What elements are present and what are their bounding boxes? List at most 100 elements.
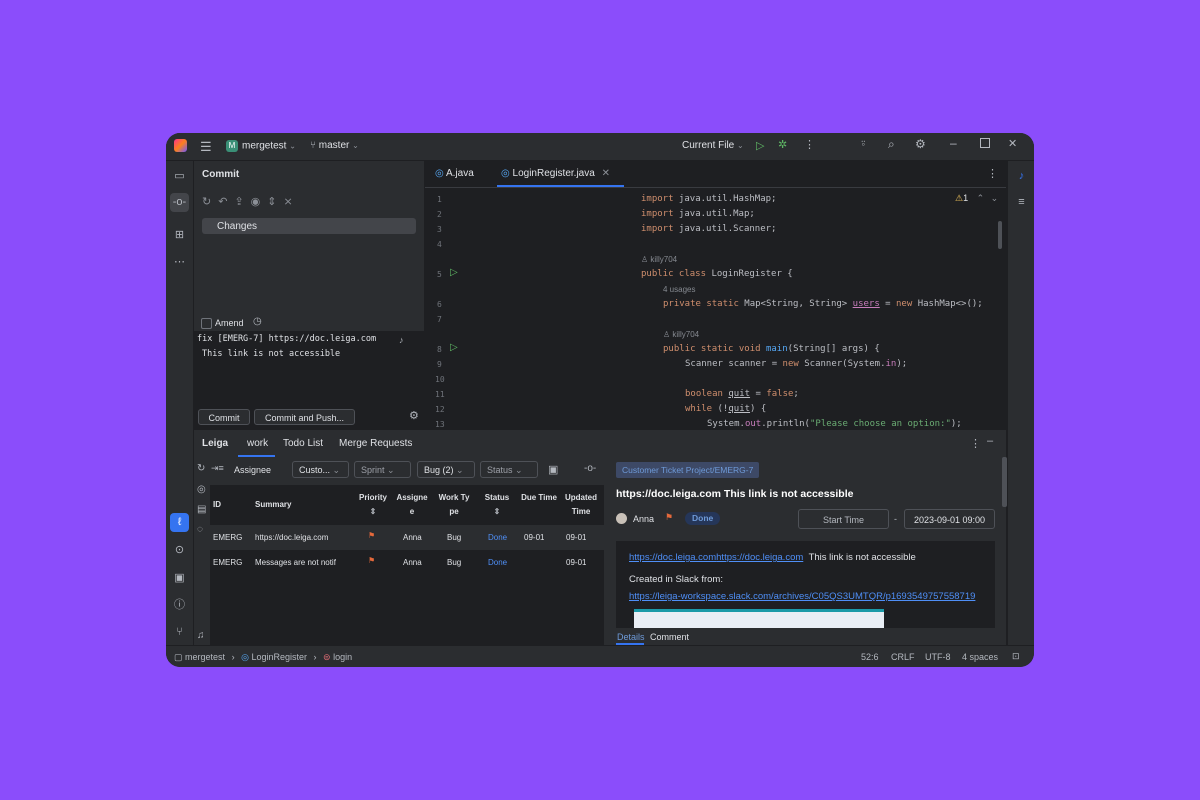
run-config-selector[interactable]: Current File ⌄ (682, 140, 744, 151)
shelve-icon[interactable]: ⇪ (234, 196, 250, 208)
column-header[interactable]: Work Type (438, 491, 470, 519)
lock-icon[interactable]: ⊡ (1012, 651, 1020, 662)
cursor-position[interactable]: 52:6 (861, 652, 879, 662)
breadcrumb-item[interactable]: mergetest (185, 652, 225, 662)
column-header-priority[interactable]: Priority ⇕ (354, 491, 392, 519)
column-header[interactable]: Updated Time (562, 491, 600, 519)
column-header-status[interactable]: Status ⇕ (479, 491, 515, 519)
breadcrumb-item[interactable]: LoginRegister (251, 652, 307, 662)
breadcrumb-item[interactable]: login (333, 652, 352, 662)
problems-icon[interactable]: ⓘ (172, 598, 187, 613)
new-window-icon[interactable]: ▣ (548, 463, 558, 476)
code-line[interactable]: System.out.println("Please choose an opt… (707, 419, 962, 429)
commit-settings-icon[interactable]: ⚙ (409, 409, 419, 422)
description-link[interactable]: https://doc.leiga.com (629, 552, 716, 563)
bell-icon[interactable]: ♫ (197, 630, 205, 641)
add-user-icon[interactable]: ⍤ (860, 138, 867, 151)
tab-a-java[interactable]: ◎ A.java (435, 168, 474, 179)
run-tool-icon[interactable]: ⊙ (172, 543, 187, 558)
code-line[interactable]: while (!quit) { (685, 404, 766, 414)
eye-icon[interactable]: ◉ (251, 196, 268, 208)
project-selector[interactable]: Mmergetest ⌄ (226, 140, 296, 152)
message-options-icon[interactable]: ♪ (399, 335, 404, 345)
terminal-icon[interactable]: ▣ (172, 571, 187, 586)
assignee-filter-icon[interactable]: ⇥≡ (211, 463, 224, 474)
tab-loginregister-java[interactable]: ◎ LoginRegister.java ✕ (497, 168, 624, 187)
issue-assignee[interactable]: Anna (633, 514, 654, 524)
collapse-icon[interactable]: ⨯ (283, 196, 299, 208)
hide-icon[interactable]: – (987, 435, 993, 447)
tab-details[interactable]: Details (617, 632, 645, 642)
leiga-icon[interactable]: ℓ (170, 513, 189, 532)
tab-comment[interactable]: Comment (650, 632, 689, 642)
flag-icon[interactable]: ⚑ (665, 512, 673, 523)
git-icon[interactable]: ⑂ (172, 625, 187, 640)
code-line[interactable]: Scanner scanner = new Scanner(System.in)… (685, 359, 907, 369)
column-header[interactable]: Assignee (395, 491, 429, 519)
document-icon[interactable]: ▤ (197, 504, 206, 515)
tab-work[interactable]: work (247, 438, 268, 449)
code-line[interactable]: public static void main(String[] args) { (663, 344, 880, 354)
assignee-filter-label[interactable]: Assignee (234, 465, 271, 475)
tabs-menu-icon[interactable]: ⋮ (987, 167, 998, 180)
status-badge[interactable]: Done (685, 512, 721, 525)
branch-selector[interactable]: ⑂ master ⌄ (310, 140, 359, 151)
sprint-filter[interactable]: Sprint ⌄ (354, 461, 411, 478)
minimize-icon[interactable]: – (950, 136, 957, 150)
line-separator[interactable]: CRLF (891, 652, 915, 662)
chevron-up-icon[interactable]: ⌃ (977, 193, 985, 203)
chevron-down-icon[interactable]: ⌄ (991, 193, 999, 203)
refresh-icon[interactable]: ↻ (197, 463, 205, 474)
code-line[interactable]: import java.util.HashMap; (641, 194, 776, 204)
status-filter[interactable]: Status ⌄ (480, 461, 538, 478)
custom-filter[interactable]: Custo... ⌄ (292, 461, 349, 478)
screenshot-thumbnail[interactable] (634, 609, 884, 628)
more-icon[interactable]: ⋮ (804, 138, 815, 151)
indent-setting[interactable]: 4 spaces (962, 652, 998, 662)
close-tab-icon[interactable]: ✕ (602, 168, 610, 179)
options-icon[interactable]: ⋮ (970, 437, 981, 450)
settings-icon[interactable]: ⚙ (915, 137, 926, 151)
user-circle-icon[interactable]: ◎ (197, 484, 206, 495)
more-tools-icon[interactable]: ⋯ (172, 255, 187, 270)
commit-and-push-button[interactable]: Commit and Push... (254, 409, 355, 425)
debug-icon[interactable]: ✲ (778, 138, 787, 151)
description-link[interactable]: https://doc.leiga.com (716, 552, 803, 563)
ide-logo-icon[interactable] (174, 139, 187, 152)
editor-scrollbar[interactable] (998, 221, 1002, 249)
column-header[interactable]: ID (213, 498, 221, 512)
column-header[interactable]: Due Time (521, 491, 557, 505)
close-icon[interactable]: ✕ (1008, 137, 1017, 150)
tab-todo-list[interactable]: Todo List (283, 438, 323, 449)
code-line[interactable]: import java.util.Map; (641, 209, 755, 219)
slack-link[interactable]: https://leiga-workspace.slack.com/archiv… (629, 591, 975, 602)
detail-scrollbar[interactable] (1002, 457, 1007, 507)
table-row[interactable]: EMERG Messages are not notif ⚑ Anna Bug … (210, 550, 604, 575)
run-icon[interactable]: ▷ (756, 139, 764, 152)
bug-filter[interactable]: Bug (2) ⌄ (417, 461, 475, 478)
notifications-icon[interactable]: ♪ (1014, 169, 1029, 184)
rollback-icon[interactable]: ↶ (218, 196, 234, 208)
table-row[interactable]: EMERG https://doc.leiga.com ⚑ Anna Bug D… (210, 525, 604, 550)
folder-icon[interactable]: ▭ (172, 169, 187, 184)
database-icon[interactable]: ≡ (1014, 195, 1029, 210)
code-line[interactable]: import java.util.Scanner; (641, 224, 776, 234)
code-line[interactable]: private static Map<String, String> users… (663, 299, 983, 309)
expand-icon[interactable]: ⇕ (267, 196, 283, 208)
author-hint[interactable]: ♙ killy704 (641, 255, 677, 264)
issue-breadcrumb[interactable]: Customer Ticket Project/EMERG-7 (616, 462, 760, 478)
amend-checkbox[interactable] (201, 318, 212, 329)
start-time-field[interactable]: Start Time (798, 509, 889, 529)
commit-button[interactable]: Commit (198, 409, 250, 425)
end-time-field[interactable]: 2023-09-01 09:00 (904, 509, 995, 529)
code-line[interactable]: boolean quit = false; (685, 389, 799, 399)
maximize-icon[interactable] (980, 138, 990, 148)
run-gutter-icon[interactable]: ▷ (450, 267, 458, 278)
commit-link-icon[interactable]: -o- (584, 463, 596, 474)
usages-hint[interactable]: 4 usages (663, 285, 695, 294)
author-hint[interactable]: ♙ killy704 (663, 330, 699, 339)
search-icon[interactable]: ⌕ (888, 137, 895, 152)
code-line[interactable]: public class LoginRegister { (641, 269, 793, 279)
changes-row[interactable]: Changes (202, 218, 416, 234)
tab-merge-requests[interactable]: Merge Requests (339, 438, 412, 449)
